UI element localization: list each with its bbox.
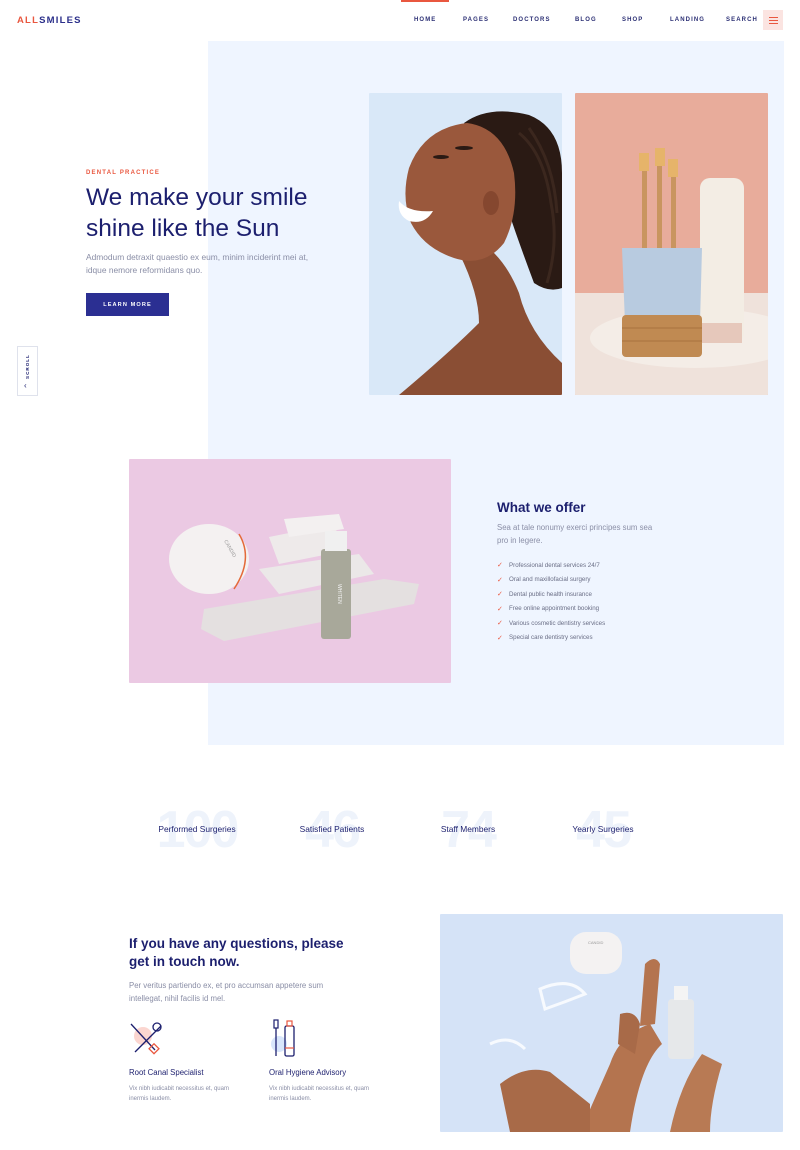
case-label: CANDID [588, 940, 603, 945]
contact-photo-hands-products: CANDID [440, 914, 783, 1132]
nav-item-home[interactable]: HOME [414, 17, 436, 23]
learn-more-button[interactable]: LEARN MORE [86, 293, 169, 316]
feature-title: Oral Hygiene Advisory [269, 1068, 347, 1077]
feature-description: Vix nibh iudicabit necessitus et, quam i… [269, 1086, 369, 1102]
offer-item-label: Special care dentistry services [509, 634, 593, 642]
offer-item-label: Oral and maxillofacial surgery [509, 576, 591, 584]
main-nav: HOME PAGES DOCTORS BLOG SHOP LANDING SEA… [0, 17, 800, 27]
contact-description: Per veritus partiendo ex, et pro accumsa… [129, 981, 324, 1003]
offer-title: What we offer [497, 500, 586, 515]
list-item: ✓ Special care dentistry services [497, 631, 605, 646]
nav-item-doctors[interactable]: DOCTORS [513, 17, 551, 23]
check-icon: ✓ [497, 634, 503, 642]
scroll-indicator[interactable]: SCROLL ‹ [17, 346, 38, 396]
list-item: ✓ Dental public health insurance [497, 587, 605, 602]
list-item: ✓ Free online appointment booking [497, 602, 605, 617]
check-icon: ✓ [497, 576, 503, 584]
hamburger-line [768, 16, 778, 18]
scroll-label: SCROLL [25, 354, 30, 379]
nav-item-landing[interactable]: LANDING [670, 17, 705, 23]
hamburger-icon[interactable] [763, 10, 783, 30]
list-item: ✓ Various cosmetic dentistry services [497, 616, 605, 631]
check-icon: ✓ [497, 620, 503, 628]
feature-title: Root Canal Specialist [129, 1068, 204, 1077]
nav-item-pages[interactable]: PAGES [463, 17, 489, 23]
site-header: ALLSMILES HOME PAGES DOCTORS BLOG SHOP L… [0, 0, 800, 42]
hero-photo-toothbrushes [575, 93, 768, 395]
offer-item-label: Professional dental services 24/7 [509, 561, 600, 569]
dental-tools-icon [129, 1018, 165, 1058]
offer-item-label: Various cosmetic dentistry services [509, 619, 606, 627]
chevron-left-icon: ‹ [24, 381, 27, 390]
list-item: ✓ Professional dental services 24/7 [497, 558, 605, 573]
feature-description: Vix nibh iudicabit necessitus et, quam i… [129, 1086, 229, 1102]
nav-item-blog[interactable]: BLOG [575, 17, 597, 23]
stat-label: Performed Surgeries [158, 824, 236, 834]
hamburger-line [768, 22, 778, 24]
check-icon: ✓ [497, 562, 503, 570]
offer-description: Sea at tale nonumy exerci principes sum … [497, 523, 653, 545]
hero-eyebrow: DENTAL PRACTICE [86, 170, 161, 176]
contact-title: If you have any questions, please get in… [129, 936, 344, 969]
hero-description: Admodum detraxit quaestio ex eum, minim … [86, 252, 309, 275]
nav-active-indicator [401, 0, 449, 2]
check-icon: ✓ [497, 605, 503, 613]
stat-staff-members: 74 Staff Members [398, 800, 538, 860]
bottle-label: WHITEN [336, 584, 342, 604]
toothbrush-toothpaste-icon [269, 1018, 305, 1058]
stat-label: Staff Members [440, 824, 496, 834]
offer-item-label: Dental public health insurance [509, 590, 592, 598]
check-icon: ✓ [497, 591, 503, 599]
hamburger-line [768, 19, 778, 21]
stat-label: Yearly Surgeries [572, 824, 634, 834]
nav-item-search[interactable]: SEARCH [726, 17, 758, 23]
stat-label: Satisfied Patients [299, 824, 365, 834]
stat-performed-surgeries: 100 Performed Surgeries [127, 800, 267, 860]
offer-list: ✓ Professional dental services 24/7 ✓ Oral… [497, 558, 605, 645]
stat-yearly-surgeries: 45 Yearly Surgeries [533, 800, 673, 860]
offer-item-label: Free online appointment booking [509, 605, 600, 613]
stat-satisfied-patients: 46 Satisfied Patients [262, 800, 402, 860]
offer-photo-products: CANDID WHITEN [129, 459, 451, 683]
list-item: ✓ Oral and maxillofacial surgery [497, 573, 605, 588]
hero-photo-smiling-woman [369, 93, 562, 395]
nav-item-shop[interactable]: SHOP [622, 17, 643, 23]
hero-title: We make your smile shine like the Sun [86, 184, 308, 242]
